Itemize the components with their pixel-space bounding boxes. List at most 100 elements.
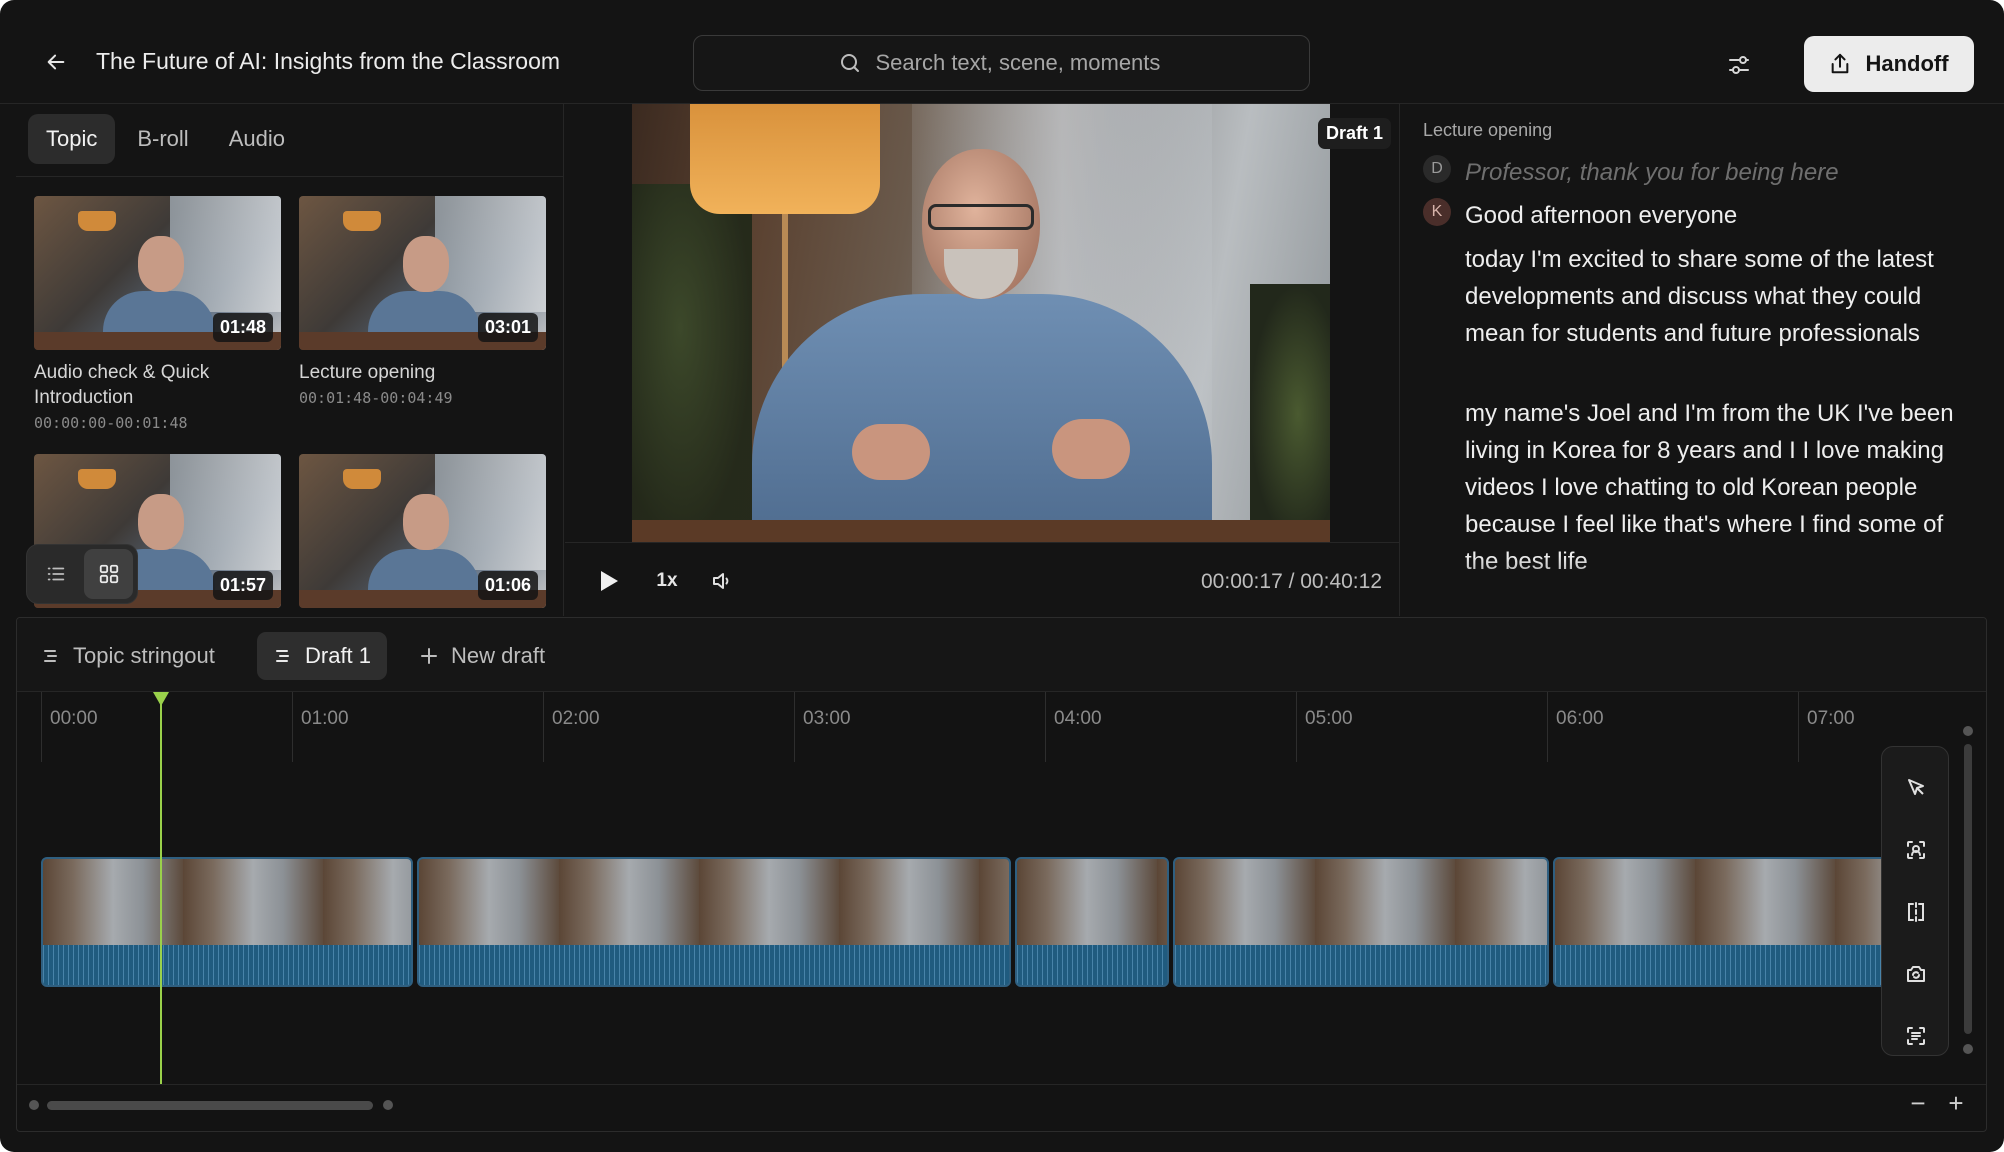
ruler-tick: 05:00: [1296, 692, 1353, 762]
back-button[interactable]: [38, 44, 74, 80]
ruler-tick: 03:00: [794, 692, 851, 762]
browser-tabs: Topic B-roll Audio: [28, 114, 303, 164]
playback-speed-button[interactable]: 1x: [649, 565, 685, 597]
grid-view-button[interactable]: [84, 549, 133, 599]
transcript-paragraph[interactable]: my name's Joel and I'm from the UK I've …: [1465, 395, 1981, 580]
speaker-avatar: D: [1423, 155, 1451, 183]
transcript-paragraph[interactable]: today I'm excited to share some of the l…: [1465, 241, 1981, 352]
list-view-button[interactable]: [31, 549, 80, 599]
grid-icon: [99, 564, 118, 584]
split-icon: [1908, 902, 1924, 922]
scroll-fade: [1401, 556, 1991, 616]
clip-timerange: 00:01:48-00:04:49: [299, 389, 453, 407]
clip-card[interactable]: 01:06: [299, 454, 546, 608]
transcript-text: Professor, thank you for being here: [1465, 159, 1839, 186]
playhead[interactable]: [160, 692, 162, 1084]
volume-icon: [713, 573, 729, 589]
ruler-tick: 07:00: [1798, 692, 1855, 762]
ruler-tick: 04:00: [1045, 692, 1102, 762]
tab-label: Topic stringout: [73, 643, 215, 668]
handoff-button[interactable]: Handoff: [1804, 36, 1974, 92]
share-upload-icon: [1832, 53, 1849, 74]
clip-card[interactable]: 01:48 Audio check & Quick Introduction 0…: [34, 196, 281, 432]
transcript-line[interactable]: K Good afternoon everyone: [1423, 197, 1737, 234]
timeline-clip[interactable]: [1015, 857, 1169, 987]
ruler-tick: 06:00: [1547, 692, 1604, 762]
text-scan-tool-button[interactable]: [1899, 1019, 1933, 1053]
camera-switch-tool-button[interactable]: [1899, 957, 1933, 991]
volume-button[interactable]: [705, 565, 739, 597]
tab-audio[interactable]: Audio: [211, 114, 303, 164]
timeline-toolbar: [1881, 746, 1949, 1056]
divider: [17, 1084, 1986, 1085]
split-tool-button[interactable]: [1899, 895, 1933, 929]
video-player: 1x 00:00:17 / 00:40:12: [565, 104, 1400, 616]
clip-duration: 01:48: [212, 313, 273, 342]
transcript-section-title: Lecture opening: [1423, 120, 1553, 140]
clip-browser-panel: Topic B-roll Audio 01:48 Audio check & Q…: [16, 104, 564, 616]
clip-thumbnail: 01:06: [299, 454, 546, 608]
transcript-text: Good afternoon everyone: [1465, 202, 1738, 229]
filter-button[interactable]: [1722, 48, 1756, 82]
tab-draft-1[interactable]: Draft 1: [257, 632, 388, 680]
video-frame[interactable]: [632, 104, 1330, 542]
divider: [16, 176, 563, 177]
list-icon: [47, 567, 64, 581]
video-track: [41, 857, 1913, 987]
ruler-tick: 02:00: [543, 692, 600, 762]
speaker-avatar: K: [1423, 198, 1451, 226]
project-title: The Future of AI: Insights from the Clas…: [96, 48, 561, 74]
clip-duration: 01:06: [477, 571, 538, 600]
plus-icon: [421, 648, 437, 664]
new-draft-button[interactable]: New draft: [403, 632, 561, 680]
top-bar: The Future of AI: Insights from the Clas…: [0, 0, 2004, 104]
clip-title: Lecture opening: [299, 362, 436, 383]
clip-thumbnail: 01:48: [34, 196, 281, 350]
tab-topic-stringout[interactable]: Topic stringout: [25, 632, 231, 680]
clip-title: Audio check & Quick Introduction: [34, 362, 210, 408]
zoom-in-button[interactable]: +: [1941, 1088, 1971, 1118]
tab-label: Draft 1: [305, 643, 372, 668]
ruler-tick: 00:00: [41, 692, 98, 762]
minus-icon: −: [1910, 1087, 1926, 1118]
clip-card[interactable]: 03:01 Lecture opening 00:01:48-00:04:49: [299, 196, 546, 407]
horizontal-scrollbar[interactable]: [29, 1098, 409, 1112]
stringout-icon: [44, 650, 57, 662]
tab-label: New draft: [451, 643, 546, 668]
view-toggle: [26, 544, 138, 604]
search-bar[interactable]: [693, 35, 1310, 91]
app-window: The Future of AI: Insights from the Clas…: [0, 0, 2004, 1152]
scan-text-icon: [1907, 1027, 1925, 1045]
timeline-clip[interactable]: [1173, 857, 1549, 987]
face-detect-tool-button[interactable]: [1899, 833, 1933, 867]
zoom-out-button[interactable]: −: [1903, 1088, 1933, 1118]
play-icon: [601, 571, 618, 591]
vertical-scrollbar[interactable]: [1963, 726, 1973, 1056]
timeline-clip[interactable]: [417, 857, 1011, 987]
clip-thumbnail: 03:01: [299, 196, 546, 350]
ruler-tick: 01:00: [292, 692, 349, 762]
timeline-panel: Topic stringout Draft 1 New draft 00:00 …: [16, 617, 1987, 1132]
transcript-line[interactable]: D Professor, thank you for being here: [1423, 154, 1839, 191]
arrow-left-icon: [47, 54, 65, 70]
camera-swap-icon: [1907, 966, 1925, 982]
search-input[interactable]: [875, 50, 1166, 76]
timeline-clip[interactable]: [1553, 857, 1913, 987]
stringout-icon: [276, 650, 289, 662]
handoff-label: Handoff: [1865, 51, 1949, 76]
time-ruler: 00:00 01:00 02:00 03:00 04:00 05:00 06:0…: [17, 692, 1947, 762]
timeline-clip[interactable]: [41, 857, 413, 987]
scan-face-icon: [1907, 841, 1925, 859]
sliders-icon: [1729, 56, 1749, 74]
play-button[interactable]: [593, 565, 625, 597]
clip-timerange: 00:00:00-00:01:48: [34, 414, 188, 432]
plus-icon: +: [1948, 1087, 1964, 1118]
select-tool-button[interactable]: [1899, 771, 1933, 805]
player-controls: 1x 00:00:17 / 00:40:12: [565, 542, 1400, 616]
draft-tabs: Topic stringout Draft 1 New draft: [17, 618, 1986, 692]
cursor-icon: [1908, 779, 1924, 795]
tab-b-roll[interactable]: B-roll: [119, 114, 206, 164]
draft-badge: Draft 1: [1318, 118, 1392, 149]
tab-topic[interactable]: Topic: [28, 114, 116, 164]
search-icon: [840, 54, 859, 72]
